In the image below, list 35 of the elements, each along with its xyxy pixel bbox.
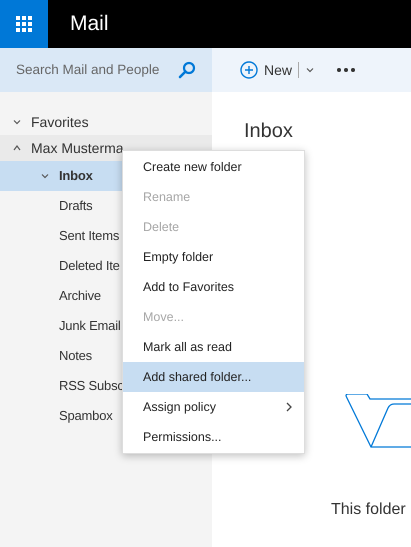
folder-title: Inbox (244, 119, 294, 144)
folder-group[interactable]: Favorites (0, 109, 212, 135)
menu-label: Add to Favorites (143, 278, 234, 296)
expand-icon[interactable] (12, 117, 22, 127)
app-launcher-button[interactable] (0, 0, 48, 48)
folder-label: Inbox (59, 167, 93, 186)
menu-label: Move... (143, 308, 184, 326)
menu-label: Mark all as read (143, 338, 232, 356)
menu-item[interactable]: Add shared folder... (123, 362, 304, 392)
new-button[interactable]: New (240, 60, 316, 80)
menu-label: Delete (143, 218, 180, 236)
menu-item[interactable]: Permissions... (123, 422, 304, 452)
empty-message: This folder (331, 500, 406, 520)
plus-icon (240, 61, 258, 79)
waffle-icon (16, 16, 32, 32)
menu-item[interactable]: Add to Favorites (123, 272, 304, 302)
menu-item[interactable]: Empty folder (123, 242, 304, 272)
menu-item[interactable]: Mark all as read (123, 332, 304, 362)
menu-label: Empty folder (143, 248, 214, 266)
menu-label: Permissions... (143, 428, 222, 446)
menu-label: Add shared folder... (143, 368, 252, 386)
collapse-icon[interactable] (12, 143, 22, 153)
search-box[interactable]: Search Mail and People (0, 48, 212, 92)
menu-item[interactable]: Assign policy (123, 392, 304, 422)
folder-icon (345, 394, 411, 450)
group-label: Favorites (31, 112, 89, 132)
more-icon[interactable] (337, 68, 356, 72)
menu-label: Assign policy (143, 398, 216, 416)
caret-icon[interactable] (305, 65, 316, 75)
search-icon[interactable] (178, 61, 196, 79)
expand-icon[interactable] (40, 171, 50, 181)
app-title: Mail (70, 11, 109, 38)
menu-label: Rename (143, 188, 190, 206)
group-label: Max Musterma (31, 138, 124, 158)
search-field[interactable]: Search Mail and People (16, 60, 176, 80)
